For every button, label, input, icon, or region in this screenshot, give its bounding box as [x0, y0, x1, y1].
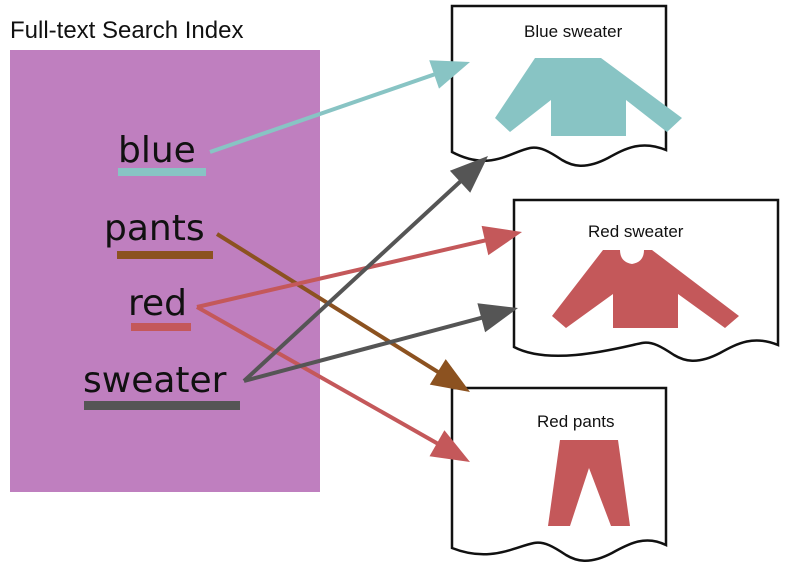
term-label: sweater: [83, 360, 227, 401]
arrowhead-pants-to-red-pants: [429, 359, 470, 392]
term-blue: blue: [118, 130, 206, 176]
arrowhead-sweater-to-red-sweater: [477, 303, 518, 333]
document-title: Red pants: [537, 412, 615, 431]
term-sweater: sweater: [83, 360, 240, 410]
term-underline: [117, 251, 213, 259]
document-title: Blue sweater: [524, 22, 623, 41]
term-red: red: [128, 283, 191, 331]
search-index-diagram: Full-text Search Index Blue sweater Red …: [0, 0, 800, 564]
index-title: Full-text Search Index: [10, 17, 243, 44]
term-pants: pants: [104, 208, 213, 259]
diagram-canvas: Full-text Search Index Blue sweater Red …: [10, 4, 780, 562]
term-underline: [131, 323, 191, 331]
term-underline: [84, 401, 240, 410]
term-label: blue: [118, 130, 196, 171]
document-red-sweater: Red sweater: [512, 198, 780, 362]
document-title: Red sweater: [588, 222, 684, 241]
document-blue-sweater: Blue sweater: [450, 4, 682, 167]
term-label: red: [128, 283, 187, 324]
term-label: pants: [104, 208, 205, 249]
document-red-pants: Red pants: [450, 386, 668, 562]
term-underline: [118, 168, 206, 176]
